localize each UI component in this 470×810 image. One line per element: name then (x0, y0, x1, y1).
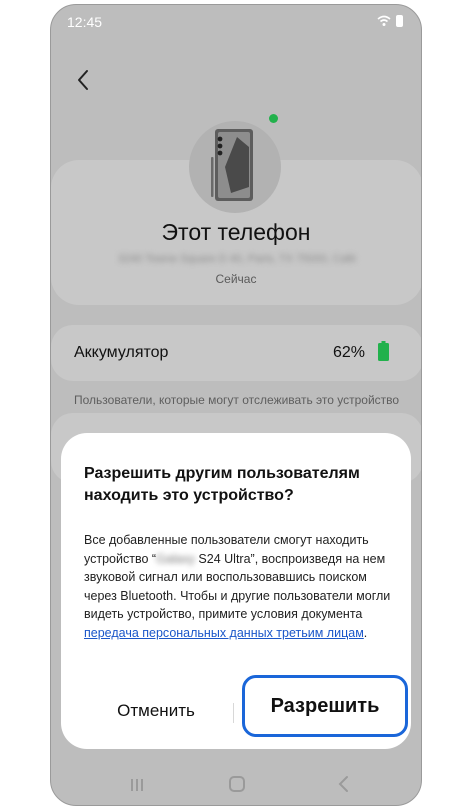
dialog-body-end: . (363, 625, 368, 640)
battery-icon (378, 341, 389, 361)
device-avatar (189, 121, 281, 213)
status-bar: 12:45 (51, 5, 421, 39)
home-icon[interactable] (229, 776, 245, 792)
terms-link[interactable]: передача персональных данных третьим лиц… (84, 626, 364, 640)
navigation-bar (51, 763, 421, 805)
device-last-seen: Сейчас (215, 272, 257, 286)
recent-apps-icon[interactable] (129, 777, 145, 793)
dialog-title: Разрешить другим пользователям находить … (84, 465, 360, 504)
cancel-button[interactable]: Отменить (81, 689, 231, 733)
wifi-icon (377, 15, 391, 26)
online-status-dot (269, 114, 278, 123)
phone-screen: 12:45 Этот телефон 3240 Towne Square D 4… (50, 4, 422, 806)
device-title: Этот телефон (161, 219, 311, 245)
battery-status-icon (396, 15, 403, 27)
dialog-body: Все добавленные пользователи смогут нахо… (84, 531, 396, 642)
section-caption: Пользователи, которые могут отслеживать … (74, 393, 400, 407)
battery-row: Аккумулятор 62% (51, 325, 421, 381)
battery-label: Аккумулятор (74, 344, 169, 361)
battery-value: 62% (332, 344, 365, 361)
device-name: Galaxy (156, 551, 195, 566)
status-icons (377, 15, 403, 27)
permission-dialog: Разрешить другим пользователям находить … (61, 433, 411, 749)
back-icon[interactable] (337, 775, 351, 793)
chevron-left-icon (78, 70, 88, 90)
device-address: 3240 Towne Square D 40, Paris, TX 75000,… (117, 253, 357, 265)
back-button[interactable] (69, 65, 99, 95)
allow-button[interactable]: Разрешить (242, 675, 408, 737)
status-time: 12:45 (67, 14, 103, 30)
button-divider (233, 703, 234, 723)
phone-image-icon (211, 129, 253, 201)
